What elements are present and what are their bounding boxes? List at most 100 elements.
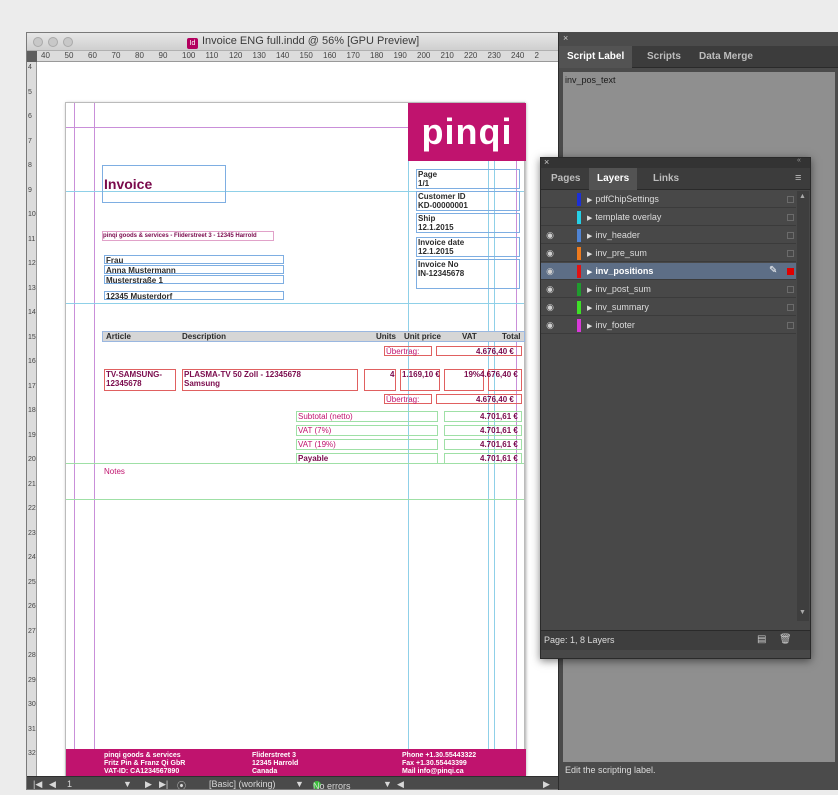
row-total: 4.676,40 € (480, 370, 518, 379)
layer-row[interactable]: ◉ ▶ inv_footer (541, 317, 796, 334)
layer-name: ▶ inv_header (587, 230, 640, 240)
layer-row[interactable]: ◉ ▶ inv_pre_sum (541, 245, 796, 262)
ruler-tick-label: 8 (28, 162, 32, 169)
meta-customer-label: Customer ID (418, 192, 466, 201)
layer-name: ▶ inv_positions (587, 266, 653, 276)
ruler-tick-label: 23 (28, 529, 36, 537)
preflight-profile[interactable]: [Basic] (working) (209, 779, 276, 789)
close-window-button[interactable] (33, 37, 43, 47)
layer-row[interactable]: ◉ ▶ inv_positions ✎ (541, 263, 796, 280)
window-titlebar[interactable]: Id Invoice ENG full.indd @ 56% [GPU Previ… (27, 33, 561, 51)
expand-triangle-icon[interactable]: ▶ (587, 233, 592, 240)
visibility-eye-icon[interactable] (545, 194, 555, 204)
layer-row[interactable]: ▶ pdfChipSettings (541, 191, 796, 208)
tab-scripts[interactable]: Scripts (639, 46, 689, 68)
ruler-tick-label: 29 (28, 676, 36, 684)
layer-target-box[interactable] (787, 268, 794, 275)
expand-triangle-icon[interactable]: ▶ (587, 323, 592, 330)
page-number-field[interactable]: 1 (67, 779, 72, 789)
footer-owners: Fritz Pin & Franz Qi GbR (104, 760, 186, 767)
expand-triangle-icon[interactable]: ▶ (587, 251, 592, 258)
visibility-eye-icon[interactable]: ◉ (545, 302, 555, 312)
scroll-right-icon[interactable]: ▶ (543, 779, 550, 789)
row-guide (66, 499, 524, 500)
footer-bar[interactable]: pinqi goods & services Fritz Pin & Franz… (66, 749, 526, 777)
close-layers-panel-icon[interactable]: × (544, 157, 549, 167)
layer-row[interactable]: ◉ ▶ inv_summary (541, 299, 796, 316)
expand-triangle-icon[interactable]: ▶ (587, 287, 592, 294)
tab-layers[interactable]: Layers (589, 168, 638, 190)
pasteboard[interactable]: pinqi Invoice pinqi goods & services - F… (37, 62, 561, 777)
close-panel-icon[interactable]: × (563, 33, 568, 43)
layer-color-swatch (577, 229, 581, 242)
page-dropdown-icon[interactable]: ▼ (123, 779, 132, 789)
script-label-hint: Edit the scripting label. (565, 765, 656, 775)
last-page-button[interactable]: ▶| (159, 779, 168, 789)
layer-name: ▶ template overlay (587, 212, 661, 222)
collapse-panel-icon[interactable]: « (797, 157, 801, 164)
visibility-eye-icon[interactable]: ◉ (545, 320, 555, 330)
indesign-doc-icon: Id (187, 38, 198, 49)
errors-dropdown-icon[interactable]: ▼ (383, 779, 392, 789)
ruler-tick-label: 12 (28, 260, 36, 267)
recipient-frame[interactable] (104, 255, 284, 264)
tab-data-merge[interactable]: Data Merge (691, 46, 761, 68)
layer-target-box[interactable] (787, 250, 794, 257)
layer-target-box[interactable] (787, 196, 794, 203)
expand-triangle-icon[interactable]: ▶ (587, 197, 592, 204)
visibility-eye-icon[interactable]: ◉ (545, 248, 555, 258)
visibility-eye-icon[interactable]: ◉ (545, 230, 555, 240)
vertical-ruler[interactable]: 4 5 6 7 8 9 10 11 12 13 14 15 16 17 18 19 20 21 22 23 24 25 26… (27, 62, 37, 776)
minimize-window-button[interactable] (48, 37, 58, 47)
tab-script-label[interactable]: Script Label (559, 46, 633, 68)
layers-scrollbar[interactable]: ▲ ▼ (797, 191, 809, 621)
expand-triangle-icon[interactable]: ▶ (587, 269, 592, 276)
layer-target-box[interactable] (787, 232, 794, 239)
horizontal-ruler[interactable]: 40 50 60 70 80 90 100 110 120 130 140 150 160 170 180 1… (37, 51, 561, 62)
new-layer-icon[interactable]: ▤ (757, 634, 766, 645)
sender-line: pinqi goods & services - Fliderstreet 3 … (103, 233, 257, 239)
expand-triangle-icon[interactable]: ▶ (587, 305, 592, 312)
first-page-button[interactable]: |◀ (33, 779, 42, 789)
layer-row[interactable]: ◉ ▶ inv_header (541, 227, 796, 244)
scroll-up-icon[interactable]: ▲ (799, 193, 806, 200)
preflight-icon[interactable]: ⦿ (177, 779, 186, 789)
scroll-down-icon[interactable]: ▼ (799, 609, 806, 616)
visibility-eye-icon[interactable]: ◉ (545, 284, 555, 294)
layer-name: ▶ inv_footer (587, 320, 635, 330)
ruler-tick-label: 32 (28, 750, 36, 757)
tab-pages[interactable]: Pages (541, 168, 590, 190)
layer-color-swatch (577, 265, 581, 278)
layer-target-box[interactable] (787, 286, 794, 293)
layer-target-box[interactable] (787, 304, 794, 311)
visibility-eye-icon[interactable]: ◉ (545, 266, 555, 276)
tab-links[interactable]: Links (645, 168, 687, 190)
margin-guide (94, 103, 95, 775)
zoom-window-button[interactable] (63, 37, 73, 47)
scroll-left-icon[interactable]: ◀ (397, 779, 404, 789)
layer-target-box[interactable] (787, 214, 794, 221)
tab-links-text: Links (653, 173, 680, 184)
profile-dropdown-icon[interactable]: ▼ (295, 779, 304, 789)
visibility-eye-icon[interactable] (545, 212, 555, 222)
panel-menu-icon[interactable]: ≡ (795, 172, 801, 184)
ruler-tick-label: 240 (511, 51, 525, 60)
ruler-tick-label: 19 (28, 431, 36, 439)
expand-triangle-icon[interactable]: ▶ (587, 215, 592, 222)
layers-panel-header[interactable]: × « (541, 157, 810, 168)
layer-target-box[interactable] (787, 322, 794, 329)
prev-page-button[interactable]: ◀ (49, 779, 56, 789)
recipient-street: Musterstraße 1 (106, 276, 163, 285)
col-units: Units (376, 332, 396, 341)
ruler-tick-label: 130 (252, 51, 266, 60)
layer-row[interactable]: ◉ ▶ inv_post_sum (541, 281, 796, 298)
ruler-tick-label: 7 (28, 137, 32, 145)
layer-row[interactable]: ▶ template overlay (541, 209, 796, 226)
carry2-value: 4.676,40 € (476, 395, 514, 404)
layer-color-swatch (577, 211, 581, 224)
document-page[interactable]: pinqi Invoice pinqi goods & services - F… (65, 102, 526, 777)
next-page-button[interactable]: ▶ (145, 779, 152, 789)
trash-icon[interactable]: 🗑 (779, 634, 792, 645)
ruler-tick-label: 24 (28, 554, 36, 561)
footer-phone: Phone +1.30.55443322 (402, 752, 477, 759)
